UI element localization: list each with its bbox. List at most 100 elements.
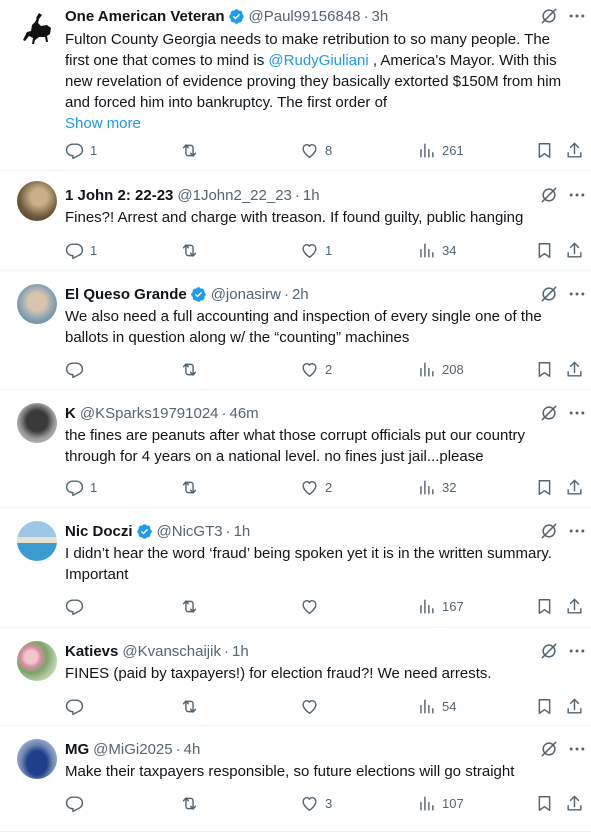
views-button[interactable]: 261 [417, 141, 464, 160]
avatar[interactable] [17, 521, 57, 561]
retweet-icon [180, 478, 199, 497]
action-bar: 1 8 261 [65, 141, 579, 161]
grok-icon[interactable] [539, 521, 559, 541]
more-icon[interactable] [567, 641, 587, 661]
bookmark-button[interactable] [535, 794, 554, 813]
grok-icon[interactable] [539, 739, 559, 759]
share-button[interactable] [565, 141, 584, 160]
bookmark-button[interactable] [535, 597, 554, 616]
share-button[interactable] [565, 241, 584, 260]
author-name[interactable]: Nic Doczi [65, 523, 133, 540]
mention-link[interactable]: @RudyGiuliani [268, 52, 368, 69]
show-more-link[interactable]: Show more [65, 113, 573, 134]
grok-icon[interactable] [539, 185, 559, 205]
bookmark-button[interactable] [535, 241, 554, 260]
timestamp[interactable]: 4h [184, 741, 201, 758]
tweet[interactable]: Nic Doczi @NicGT3 · 1h I didn’t hear the… [0, 508, 591, 628]
tweet[interactable]: Katievs @Kvanschaijik · 1h FINES (paid b… [0, 628, 591, 726]
reply-icon [65, 141, 84, 160]
more-icon[interactable] [567, 284, 587, 304]
like-button[interactable] [300, 697, 325, 716]
reply-button[interactable] [65, 697, 90, 716]
author-name[interactable]: One American Veteran [65, 8, 225, 25]
retweet-button[interactable] [180, 597, 205, 616]
share-button[interactable] [565, 478, 584, 497]
reply-button[interactable]: 1 [65, 141, 97, 160]
views-button[interactable]: 107 [417, 794, 464, 813]
action-bar: 2 208 [65, 360, 579, 380]
share-button[interactable] [565, 360, 584, 379]
retweet-button[interactable] [180, 478, 205, 497]
author-handle[interactable]: @jonasirw [211, 286, 281, 303]
grok-icon[interactable] [539, 6, 559, 26]
avatar[interactable] [17, 641, 57, 681]
avatar[interactable] [17, 284, 57, 324]
views-icon [417, 794, 436, 813]
like-button[interactable]: 2 [300, 360, 332, 379]
timestamp[interactable]: 3h [372, 8, 389, 25]
timestamp[interactable]: 1h [234, 523, 251, 540]
views-button[interactable]: 34 [417, 241, 456, 260]
more-icon[interactable] [567, 739, 587, 759]
author-handle[interactable]: @Paul99156848 [249, 8, 361, 25]
tweet[interactable]: One American Veteran @Paul99156848 · 3h … [0, 0, 591, 171]
bookmark-button[interactable] [535, 697, 554, 716]
retweet-button[interactable] [180, 697, 205, 716]
tweet[interactable]: MG @MiGi2025 · 4h Make their taxpayers r… [0, 726, 591, 832]
more-icon[interactable] [567, 185, 587, 205]
reply-button[interactable]: 1 [65, 478, 97, 497]
author-name[interactable]: Katievs [65, 643, 118, 660]
author-handle[interactable]: @NicGT3 [157, 523, 223, 540]
author-handle[interactable]: @1John2_22_23 [177, 187, 292, 204]
like-button[interactable] [300, 597, 325, 616]
author-handle[interactable]: @KSparks19791024 [80, 405, 219, 422]
like-count: 2 [325, 480, 333, 495]
share-button[interactable] [565, 597, 584, 616]
views-button[interactable]: 32 [417, 478, 456, 497]
bookmark-button[interactable] [535, 141, 554, 160]
views-button[interactable]: 208 [417, 360, 464, 379]
tweet[interactable]: 1 John 2: 22-23 @1John2_22_23 · 1h Fines… [0, 171, 591, 271]
avatar[interactable] [17, 10, 57, 50]
reply-button[interactable] [65, 360, 90, 379]
timestamp[interactable]: 1h [232, 643, 249, 660]
author-handle[interactable]: @MiGi2025 [93, 741, 172, 758]
like-button[interactable]: 1 [300, 241, 332, 260]
timestamp[interactable]: 1h [303, 187, 320, 204]
reply-button[interactable] [65, 794, 90, 813]
grok-icon[interactable] [539, 641, 559, 661]
reply-button[interactable] [65, 597, 90, 616]
author-name[interactable]: K [65, 405, 76, 422]
timestamp[interactable]: 2h [292, 286, 309, 303]
views-button[interactable]: 167 [417, 597, 464, 616]
bookmark-button[interactable] [535, 360, 554, 379]
author-name[interactable]: El Queso Grande [65, 286, 187, 303]
author-name[interactable]: 1 John 2: 22-23 [65, 187, 173, 204]
more-icon[interactable] [567, 403, 587, 423]
retweet-button[interactable] [180, 360, 205, 379]
like-button[interactable]: 2 [300, 478, 332, 497]
retweet-button[interactable] [180, 794, 205, 813]
share-button[interactable] [565, 697, 584, 716]
author-name[interactable]: MG [65, 741, 89, 758]
more-icon[interactable] [567, 6, 587, 26]
timestamp[interactable]: 46m [230, 405, 259, 422]
views-button[interactable]: 54 [417, 697, 456, 716]
avatar[interactable] [17, 403, 57, 443]
like-button[interactable]: 3 [300, 794, 332, 813]
reply-icon [65, 794, 84, 813]
tweet[interactable]: K @KSparks19791024 · 46m the fines are p… [0, 390, 591, 508]
tweet[interactable]: El Queso Grande @jonasirw · 2h We also n… [0, 271, 591, 390]
grok-icon[interactable] [539, 403, 559, 423]
avatar[interactable] [17, 181, 57, 221]
retweet-button[interactable] [180, 241, 205, 260]
bookmark-button[interactable] [535, 478, 554, 497]
like-button[interactable]: 8 [300, 141, 332, 160]
more-icon[interactable] [567, 521, 587, 541]
reply-button[interactable]: 1 [65, 241, 97, 260]
grok-icon[interactable] [539, 284, 559, 304]
share-button[interactable] [565, 794, 584, 813]
author-handle[interactable]: @Kvanschaijik [122, 643, 221, 660]
avatar[interactable] [17, 739, 57, 779]
retweet-button[interactable] [180, 141, 205, 160]
